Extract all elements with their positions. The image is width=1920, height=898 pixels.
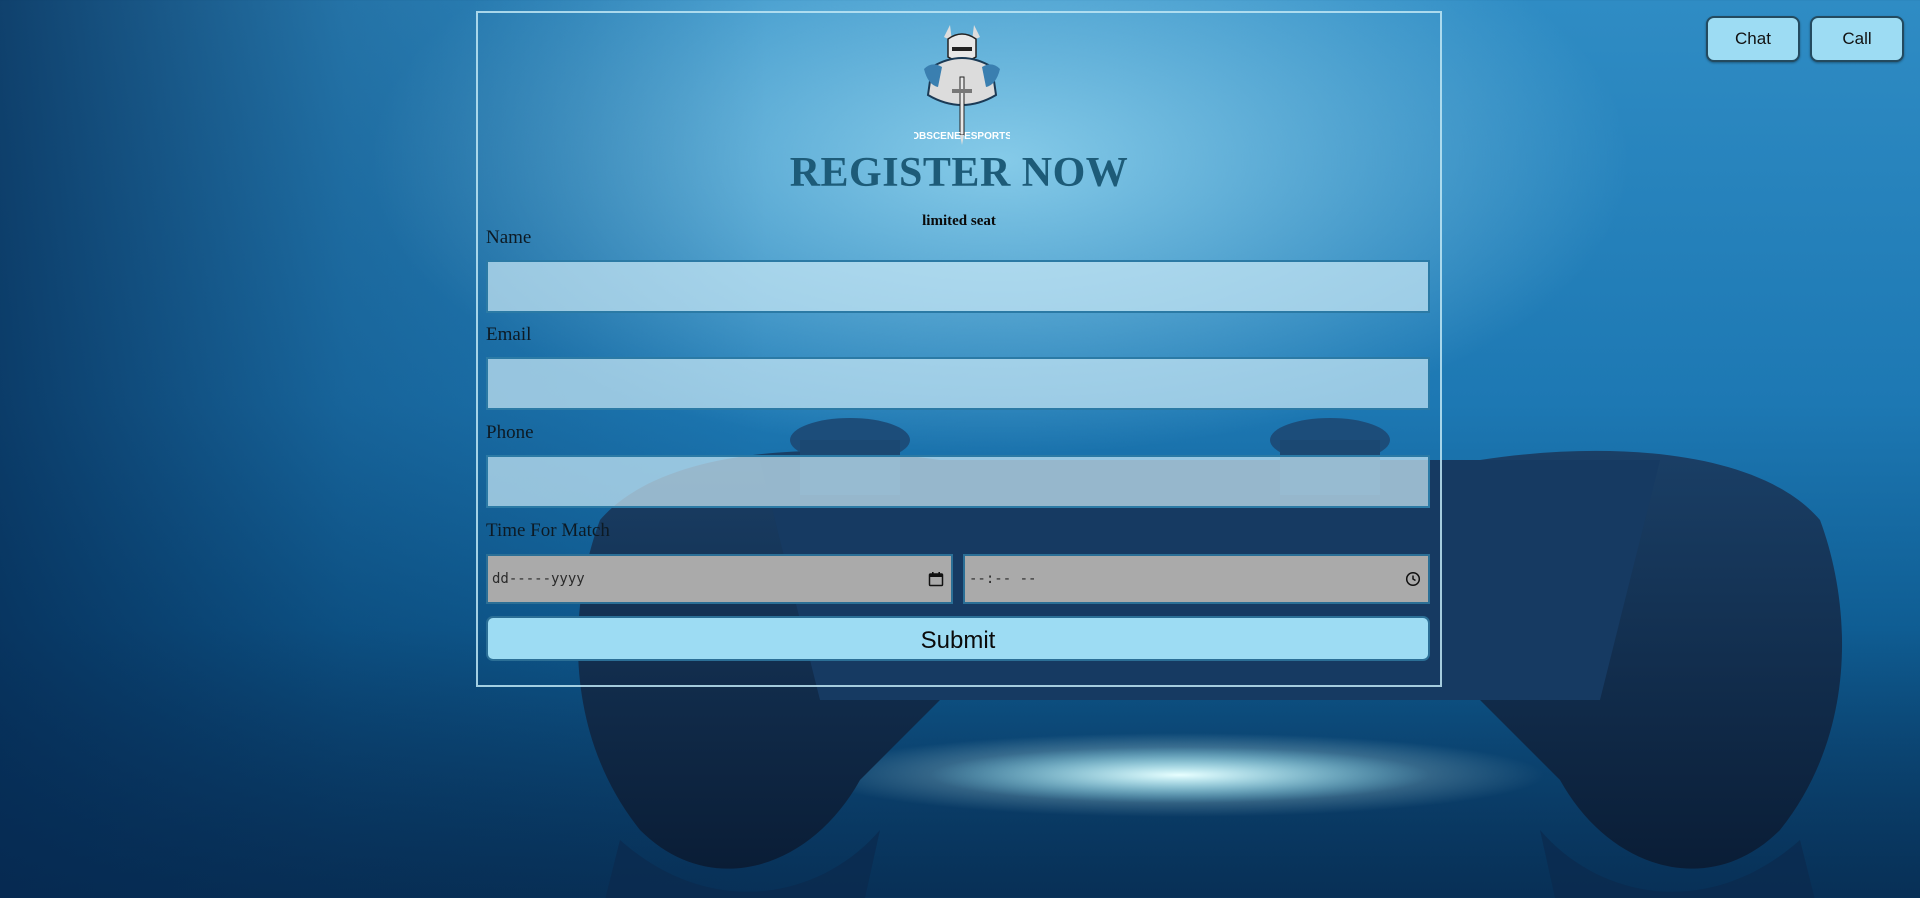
calendar-icon[interactable] — [927, 570, 945, 588]
time-placeholder: --:-- -- — [969, 571, 1037, 587]
name-input[interactable] — [486, 260, 1430, 313]
chat-button[interactable]: Chat — [1706, 16, 1800, 62]
logo-text-left: OBSCENE — [914, 131, 961, 142]
page-title: REGISTER NOW — [789, 150, 1129, 196]
time-for-match-label: Time For Match — [486, 520, 610, 541]
submit-button[interactable]: Submit — [486, 616, 1430, 661]
call-button[interactable]: Call — [1810, 16, 1904, 62]
page-subtitle: limited seat — [922, 213, 996, 229]
logo-text-right: ESPORTS — [964, 131, 1010, 142]
name-label: Name — [486, 227, 532, 248]
obscene-esports-logo: OBSCENE ESPORTS — [914, 25, 1010, 145]
match-date-input[interactable]: dd-----yyyy — [486, 554, 953, 604]
match-time-input[interactable]: --:-- -- — [963, 554, 1430, 604]
date-placeholder: dd-----yyyy — [492, 571, 585, 587]
phone-label: Phone — [486, 422, 534, 443]
phone-input[interactable] — [486, 455, 1430, 508]
clock-icon[interactable] — [1404, 570, 1422, 588]
email-label: Email — [486, 324, 532, 345]
top-right-actions: Chat Call — [1706, 16, 1904, 62]
email-input[interactable] — [486, 357, 1430, 410]
registration-form: OBSCENE ESPORTS REGISTER NOW limited sea… — [476, 11, 1442, 687]
